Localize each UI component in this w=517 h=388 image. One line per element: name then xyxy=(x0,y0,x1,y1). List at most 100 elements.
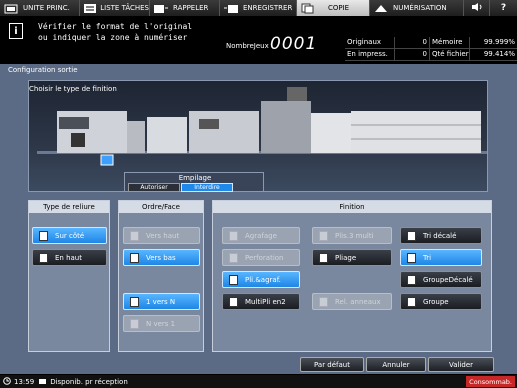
staple-icon xyxy=(226,230,240,241)
ok-button[interactable]: Valider xyxy=(428,357,494,372)
punch-label: Perforation xyxy=(245,253,284,262)
ring-binding-label: Rel. anneaux xyxy=(335,297,381,306)
order-n-to-1-button[interactable]: N vers 1 xyxy=(123,315,200,332)
binding-type-group: Type de reliure Sur côté En haut xyxy=(28,200,110,352)
face-down-label: Vers bas xyxy=(146,253,176,262)
memory-label: Mémoire xyxy=(430,37,470,48)
finishing-group: Finition Agrafage Plis.3 multi Tri décal… xyxy=(212,200,492,352)
consumables-button[interactable]: Consommab. xyxy=(466,376,515,387)
store-icon xyxy=(222,2,240,14)
recall-icon xyxy=(152,2,170,14)
fold-icon xyxy=(316,252,330,263)
sort-icon xyxy=(404,252,418,263)
multi-half-fold-button[interactable]: MultiPli en2 xyxy=(222,293,300,310)
order-1-to-n-label: 1 vers N xyxy=(146,297,176,306)
stapling-label: Agrafage xyxy=(245,231,277,240)
default-button[interactable]: Par défaut xyxy=(300,357,364,372)
offset-sort-label: Tri décalé xyxy=(423,231,457,240)
tab-label: RAPPELER xyxy=(173,4,209,12)
group-offset-icon xyxy=(404,274,418,285)
fold-staple-icon xyxy=(226,274,240,285)
tab-label: LISTE TÂCHES xyxy=(100,4,149,12)
face-down-icon xyxy=(127,252,141,263)
help-icon: ? xyxy=(500,3,507,13)
stacking-allow-button[interactable]: Autoriser xyxy=(128,183,180,192)
counter-row: En impress. 0 Qté fichier 99.414% xyxy=(345,49,517,61)
binding-side-button[interactable]: Sur côté xyxy=(32,227,107,244)
offset-sort-icon xyxy=(404,230,418,241)
punch-icon xyxy=(226,252,240,263)
top-binding-icon xyxy=(36,252,50,263)
info-icon: i xyxy=(9,23,23,39)
copy-output-settings-screen: UNITE PRINC. LISTE TÂCHES RAPPELER ENREG… xyxy=(0,0,517,388)
side-binding-icon xyxy=(36,230,50,241)
cancel-button[interactable]: Annuler xyxy=(366,357,426,372)
fold-label: Pliage xyxy=(335,253,357,262)
message-text: Vérifier le format de l'original ou indi… xyxy=(38,21,192,43)
sort-button[interactable]: Tri xyxy=(400,249,482,266)
fold-staple-label: Pli.&agraf. xyxy=(245,275,281,284)
order-1-to-n-button[interactable]: 1 vers N xyxy=(123,293,200,310)
machine-diagram: Choisir le type de finition Empilage Aut… xyxy=(28,80,488,192)
printing-label: En impress. xyxy=(345,49,395,60)
copies-count: 0001 xyxy=(270,34,318,54)
memory-value: 99.999% xyxy=(483,38,515,46)
copy-icon xyxy=(299,2,317,14)
finishing-title: Finition xyxy=(213,201,491,213)
empilage-group: Empilage Autoriser Interdire xyxy=(124,172,264,192)
group-offset-label: GroupeDécalé xyxy=(423,275,473,284)
punch-button[interactable]: Perforation xyxy=(222,249,300,266)
order-face-title: Ordre/Face xyxy=(119,201,203,213)
file-qty-label: Qté fichier xyxy=(432,49,470,60)
face-down-button[interactable]: Vers bas xyxy=(123,249,200,266)
stapling-button[interactable]: Agrafage xyxy=(222,227,300,244)
status-text: Disponib. pr réception xyxy=(50,377,128,386)
tab-store[interactable]: ENREGISTRER xyxy=(220,0,297,16)
multi-half-fold-label: MultiPli en2 xyxy=(245,297,286,306)
tab-recall[interactable]: RAPPELER xyxy=(150,0,220,16)
face-up-button[interactable]: Vers haut xyxy=(123,227,200,244)
tab-job-list[interactable]: LISTE TÂCHES xyxy=(80,0,150,16)
counter-row: Originaux 0 Mémoire 99.999% xyxy=(345,37,517,49)
group-icon xyxy=(404,296,418,307)
help-button[interactable]: ? xyxy=(490,0,517,16)
tri-fold-icon xyxy=(316,230,330,241)
originals-label: Originaux xyxy=(345,37,395,48)
originals-value: 0 xyxy=(395,37,430,48)
tab-label: NUMÉRISATION xyxy=(393,4,447,12)
fold-button[interactable]: Pliage xyxy=(312,249,392,266)
empilage-title: Empilage xyxy=(178,174,212,182)
ring-binding-button[interactable]: Rel. anneaux xyxy=(312,293,392,310)
binding-top-button[interactable]: En haut xyxy=(32,249,107,266)
binding-top-label: En haut xyxy=(55,253,82,262)
face-up-label: Vers haut xyxy=(146,231,180,240)
group-button[interactable]: Groupe xyxy=(400,293,482,310)
tab-main-unit[interactable]: UNITE PRINC. xyxy=(0,0,80,16)
tab-label: UNITE PRINC. xyxy=(23,4,70,12)
home-icon xyxy=(2,2,20,14)
message-line-2: ou indiquer la zone à numériser xyxy=(38,33,188,42)
tab-copy[interactable]: COPIE xyxy=(297,0,370,16)
job-list-icon xyxy=(82,2,97,14)
status-bar: 13:59 Disponib. pr réception Consommab. xyxy=(0,375,517,388)
volume-button[interactable] xyxy=(464,0,490,16)
status-time: 13:59 xyxy=(14,377,35,386)
group-label: Groupe xyxy=(423,297,449,306)
group-offset-button[interactable]: GroupeDécalé xyxy=(400,271,482,288)
screen-title: Configuration sortie xyxy=(8,66,78,74)
counter-table: Originaux 0 Mémoire 99.999% En impress. … xyxy=(345,37,517,62)
tab-scan[interactable]: NUMÉRISATION xyxy=(370,0,464,16)
order-face-group: Ordre/Face Vers haut Vers bas 1 vers N N… xyxy=(118,200,204,352)
order-n-to-1-label: N vers 1 xyxy=(146,319,176,328)
fold-staple-button[interactable]: Pli.&agraf. xyxy=(222,271,300,288)
offset-sort-button[interactable]: Tri décalé xyxy=(400,227,482,244)
clock-icon xyxy=(3,376,11,387)
tab-label: COPIE xyxy=(328,4,350,12)
stacking-forbid-button[interactable]: Interdire xyxy=(181,183,233,192)
scan-icon xyxy=(372,2,390,14)
tri-fold-multi-button[interactable]: Plis.3 multi xyxy=(312,227,392,244)
order-1-to-n-icon xyxy=(127,296,141,307)
ring-binding-icon xyxy=(316,296,330,307)
message-line-1: Vérifier le format de l'original xyxy=(38,22,193,31)
half-fold-icon xyxy=(226,296,240,307)
